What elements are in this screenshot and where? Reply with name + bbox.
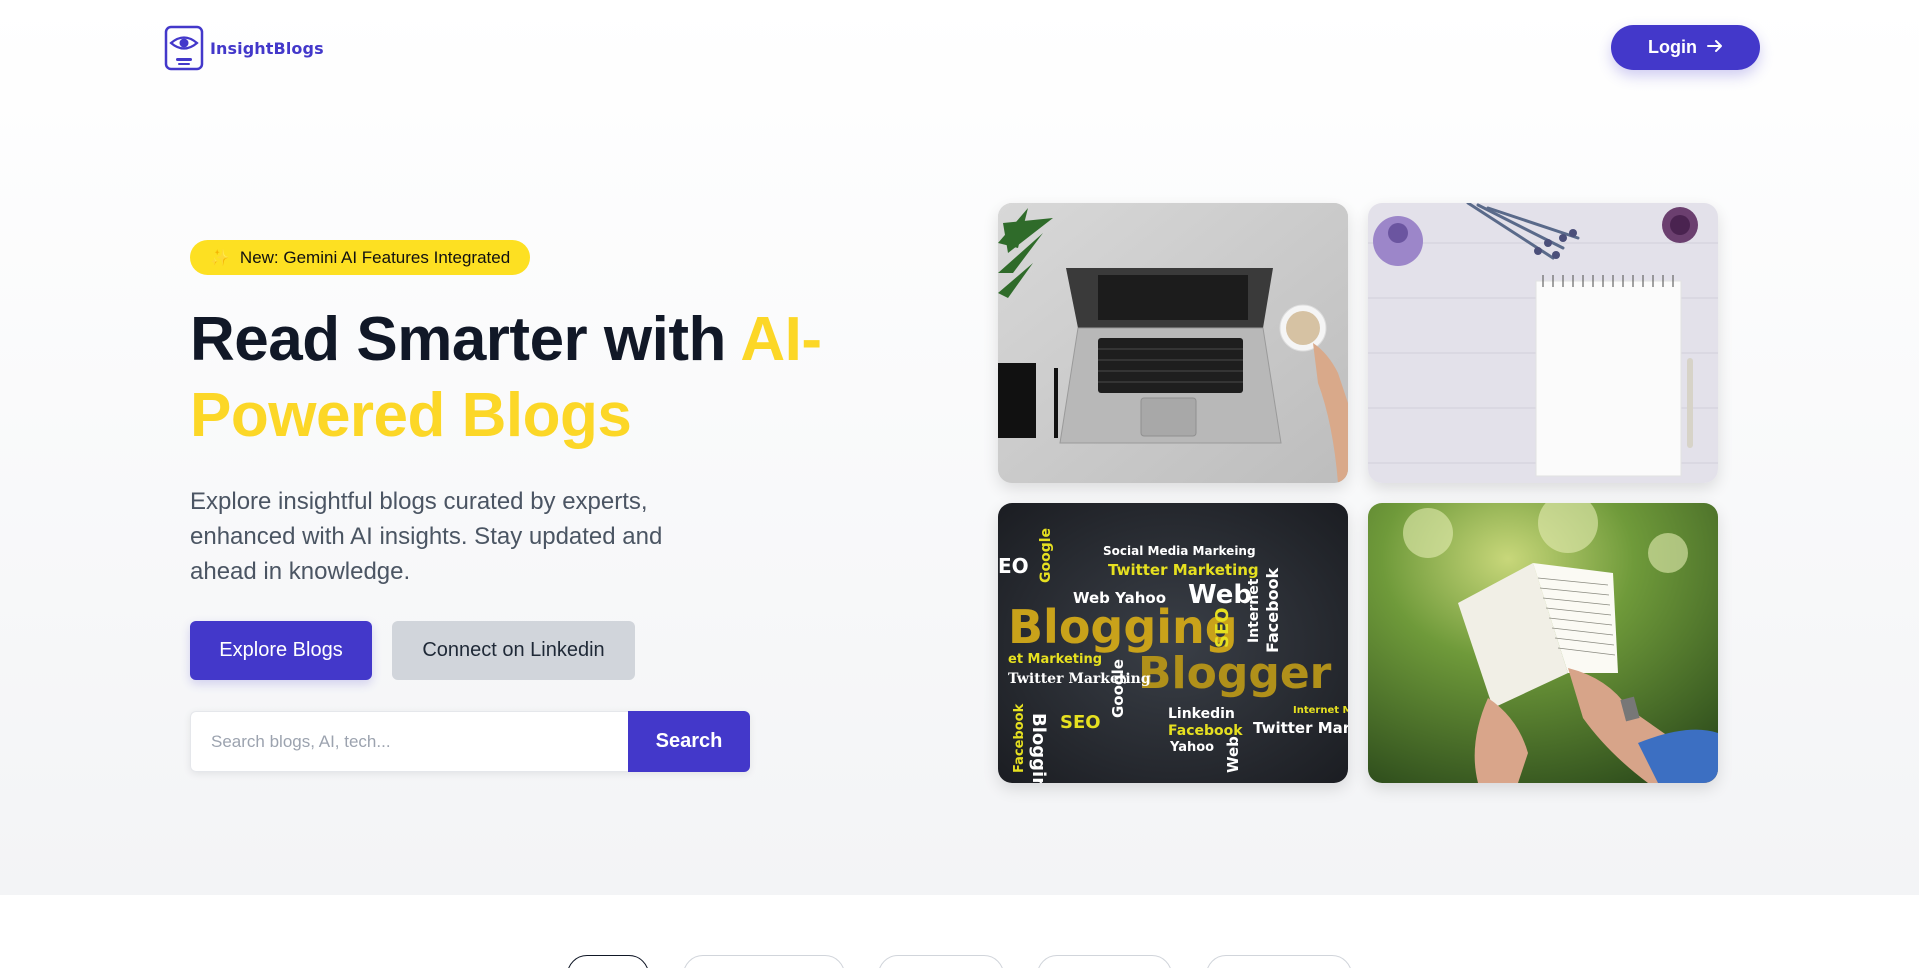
blogging-word-cloud-image: Social Media Markeing Twitter Marketing … (998, 503, 1348, 783)
filter-pill[interactable] (683, 955, 845, 968)
word-blogging: Blogging (1008, 600, 1238, 654)
filter-pill[interactable] (1206, 955, 1352, 968)
svg-text:Facebook: Facebook (1012, 703, 1027, 773)
word-twitter-mark: Twitter Mark (1253, 719, 1348, 737)
login-button[interactable]: Login (1611, 25, 1760, 70)
svg-text:Blogging: Blogging (1028, 713, 1049, 783)
word-internet-ma: Internet Ma (1293, 705, 1348, 716)
filter-pill-active[interactable] (567, 955, 649, 968)
word-twitter-marketing: Twitter Marketing (1008, 671, 1151, 687)
search-input[interactable] (190, 711, 628, 772)
svg-text:Web: Web (1224, 736, 1242, 773)
hero-headline: Read Smarter with AI-Powered Blogs (190, 302, 830, 454)
login-label: Login (1648, 37, 1697, 57)
word-social: Social Media Markeing (1103, 544, 1256, 558)
reading-book-grass-image (1368, 503, 1718, 783)
hero-description: Explore insightful blogs curated by expe… (190, 488, 663, 585)
word-facebook-vert: Facebook (1263, 567, 1282, 653)
arrow-right-icon (1706, 37, 1723, 58)
word-twitter: Twitter Marketing (1108, 561, 1259, 579)
top-nav: InsightBlogs Login (0, 0, 1919, 96)
word-blogger: Blogger (1138, 648, 1332, 699)
feature-badge: ✨ New: Gemini AI Features Integrated (190, 240, 531, 275)
word-seo-vert: SEO (1212, 607, 1233, 648)
category-filter-bar (0, 955, 1919, 968)
search-form: Search (190, 711, 750, 772)
badge-text: New: Gemini AI Features Integrated (239, 247, 511, 267)
word-internet-vert: Internet (1246, 578, 1262, 643)
word-linkedin: Linkedin (1168, 706, 1235, 722)
brand-logo[interactable]: InsightBlogs (164, 25, 324, 71)
headline-part1: Read Smarter with (190, 305, 741, 374)
filter-pill[interactable] (878, 955, 1004, 968)
sparkles-icon: ✨ (210, 249, 230, 267)
word-seo: SEO (1060, 712, 1101, 733)
explore-blogs-button[interactable]: Explore Blogs (190, 621, 372, 680)
word-marketing: et Marketing (1008, 652, 1102, 667)
svg-text:EO: EO (998, 554, 1029, 578)
search-button[interactable]: Search (628, 711, 750, 772)
notepad-lavender-image (1368, 203, 1718, 483)
laptop-coffee-image (998, 203, 1348, 483)
svg-text:Google: Google (1109, 659, 1127, 718)
connect-linkedin-button[interactable]: Connect on Linkedin (392, 621, 635, 680)
word-yahoo: Yahoo (1169, 740, 1214, 755)
filter-pill[interactable] (1037, 955, 1172, 968)
word-google: Google (1038, 528, 1054, 583)
eye-book-icon (164, 25, 204, 71)
brand-name: InsightBlogs (210, 38, 324, 58)
